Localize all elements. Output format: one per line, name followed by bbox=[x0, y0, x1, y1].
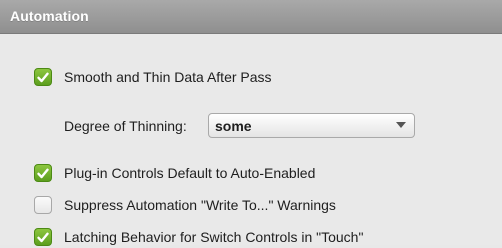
checkmark-icon bbox=[37, 232, 49, 242]
smooth-thin-label: Smooth and Thin Data After Pass bbox=[64, 69, 272, 85]
checkmark-icon bbox=[37, 168, 49, 178]
degree-of-thinning-label: Degree of Thinning: bbox=[64, 118, 187, 134]
latching-behavior-checkbox[interactable] bbox=[34, 228, 52, 246]
latching-behavior-label: Latching Behavior for Switch Controls in… bbox=[64, 229, 364, 245]
plugin-controls-checkbox[interactable] bbox=[34, 164, 52, 182]
smooth-thin-option[interactable]: Smooth and Thin Data After Pass bbox=[34, 66, 272, 88]
suppress-warnings-label: Suppress Automation "Write To..." Warnin… bbox=[64, 197, 336, 213]
degree-of-thinning-row: Degree of Thinning: some bbox=[64, 113, 415, 139]
degree-of-thinning-select[interactable]: some bbox=[208, 113, 415, 138]
section-title: Automation bbox=[10, 8, 89, 24]
suppress-warnings-option[interactable]: Suppress Automation "Write To..." Warnin… bbox=[34, 194, 336, 216]
plugin-controls-label: Plug-in Controls Default to Auto-Enabled bbox=[64, 165, 316, 181]
section-header: Automation bbox=[0, 0, 502, 34]
smooth-thin-checkbox[interactable] bbox=[34, 68, 52, 86]
checkmark-icon bbox=[37, 72, 49, 82]
automation-preferences-panel: Automation Smooth and Thin Data After Pa… bbox=[0, 0, 502, 246]
plugin-controls-option[interactable]: Plug-in Controls Default to Auto-Enabled bbox=[34, 162, 315, 184]
degree-of-thinning-value: some bbox=[215, 117, 252, 134]
chevron-down-icon bbox=[396, 122, 406, 128]
suppress-warnings-checkbox[interactable] bbox=[34, 196, 52, 214]
